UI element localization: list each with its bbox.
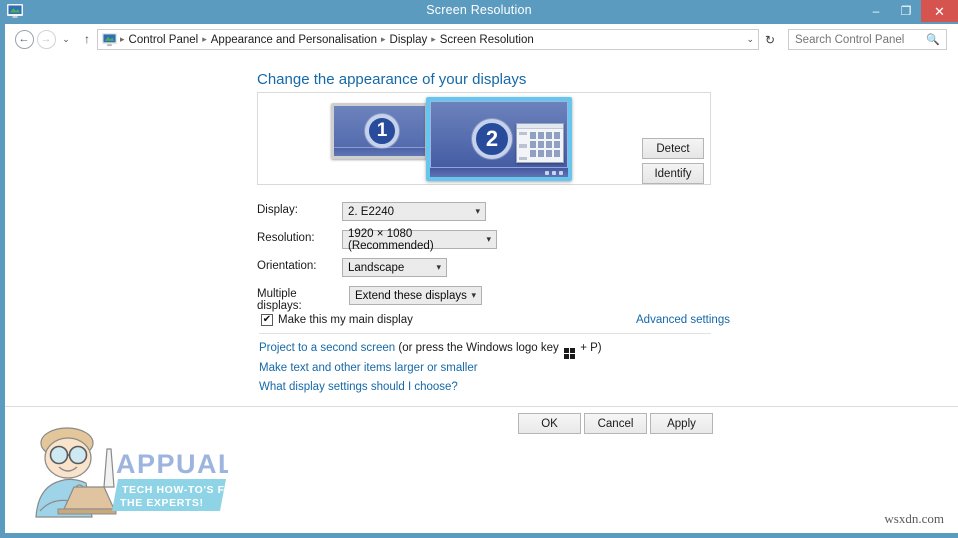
breadcrumb[interactable]: ▸ Control Panel ▸ Appearance and Persona… [97,29,759,50]
up-one-level-button[interactable]: ↑ [77,29,97,49]
chevron-down-icon: ▾ [486,234,491,244]
project-hint-prefix: (or press the Windows logo key [395,342,562,354]
svg-text:APPUALS: APPUALS [116,449,228,479]
refresh-icon: ↻ [764,32,776,47]
content-pane: Change the appearance of your displays 1 [5,54,958,406]
search-icon: 🔍 [926,34,940,46]
svg-text:THE EXPERTS!: THE EXPERTS! [120,497,204,509]
title-bar: Screen Resolution – ❐ ✕ [0,0,958,24]
windows-logo-icon [564,348,575,359]
monitor-2-taskbar [430,167,568,177]
maximize-button[interactable]: ❐ [891,0,921,22]
project-hint-suffix: + P) [577,342,602,354]
breadcrumb-item-appearance[interactable]: Appearance and Personalisation [208,34,380,46]
main-display-checkbox-label: Make this my main display [278,314,413,326]
arrow-up-icon: ↑ [84,32,90,46]
minimize-icon: – [872,4,880,18]
page-title: Change the appearance of your displays [257,71,527,88]
close-button[interactable]: ✕ [921,0,958,22]
chevron-down-icon: ▾ [436,262,441,272]
footer-bar: OK Cancel Apply APPUAL TECH HOW-TO'S F T… [5,407,958,533]
orientation-label: Orientation: [257,260,317,272]
display-preview-area: 1 2 Detect Identify [257,92,711,185]
monitor-1-number: 1 [365,114,399,148]
forward-icon: → [36,29,56,49]
section-divider [259,333,711,334]
advanced-settings-link[interactable]: Advanced settings [636,314,730,326]
resolution-select[interactable]: 1920 × 1080 (Recommended) ▾ [342,227,497,252]
thumbnail-grid-icon [530,132,562,160]
screen-resolution-window: Screen Resolution – ❐ ✕ ← → ⌄ ↑ ▸ Contro… [0,0,958,538]
multiple-displays-select[interactable]: Extend these displays ▾ [349,286,482,305]
appuals-watermark: APPUALS TECH HOW-TO'S FROM THE EXPERTS! [35,427,228,518]
thumbnail-sidebar [519,132,527,160]
monitor-1-base [334,147,425,156]
resolution-select-value: 1920 × 1080 (Recommended) [348,227,434,252]
forward-button[interactable]: → [36,29,56,49]
display-select-value: 2. E2240 [348,205,395,218]
chevron-down-icon: ⌄ [62,33,70,44]
breadcrumb-item-control-panel[interactable]: Control Panel [126,34,202,46]
refresh-button[interactable]: ↻ [760,29,780,50]
address-bar: ← → ⌄ ↑ ▸ Control Panel ▸ Appearance and… [5,24,958,54]
display-label: Display: [257,204,298,216]
site-watermark: wsxdn.com [884,511,944,526]
back-button[interactable]: ← [14,29,34,49]
chevron-down-icon: ▾ [475,206,480,216]
breadcrumb-item-display[interactable]: Display [387,34,431,46]
display-settings-help-link[interactable]: What display settings should I choose? [259,381,458,393]
check-icon: ✔ [262,314,272,325]
main-display-checkbox-row[interactable]: ✔ Make this my main display [261,314,413,326]
multiple-displays-select-value: Extend these displays [355,289,467,302]
display-select[interactable]: 2. E2240 ▾ [342,202,486,221]
search-input[interactable] [795,33,920,46]
orientation-select[interactable]: Landscape ▾ [342,258,447,277]
search-box[interactable]: 🔍 [788,29,947,50]
chevron-down-icon[interactable]: ⌄ [746,34,754,45]
monitor-2-number: 2 [472,119,512,159]
main-display-checkbox[interactable]: ✔ [261,314,273,326]
display-icon [102,32,117,46]
orientation-select-value: Landscape [348,261,405,274]
project-second-screen-link[interactable]: Project to a second screen [259,342,395,354]
minimize-button[interactable]: – [861,0,891,22]
ok-button[interactable]: OK [518,413,581,434]
svg-text:TECH HOW-TO'S FROM: TECH HOW-TO'S FROM [122,484,228,496]
monitor-1[interactable]: 1 [331,103,428,159]
multiple-displays-label: Multiple displays: [257,288,302,312]
text-size-link[interactable]: Make text and other items larger or smal… [259,362,478,374]
maximize-icon: ❐ [900,4,912,18]
project-second-screen-row: Project to a second screen (or press the… [259,342,602,359]
cancel-button[interactable]: Cancel [584,413,647,434]
apply-button[interactable]: Apply [650,413,713,434]
identify-button[interactable]: Identify [642,163,704,184]
close-icon: ✕ [934,3,945,19]
monitor-2[interactable]: 2 [426,97,572,181]
window-thumbnail-icon [516,123,564,163]
breadcrumb-item-screen-resolution[interactable]: Screen Resolution [437,34,537,46]
tray-dots-icon [545,171,563,175]
back-icon: ← [14,29,34,49]
recent-locations-button[interactable]: ⌄ [59,29,73,49]
chevron-down-icon: ▾ [471,290,476,300]
resolution-label: Resolution: [257,232,315,244]
thumbnail-titlebar [517,124,563,129]
detect-button[interactable]: Detect [642,138,704,159]
window-title: Screen Resolution [426,3,532,17]
